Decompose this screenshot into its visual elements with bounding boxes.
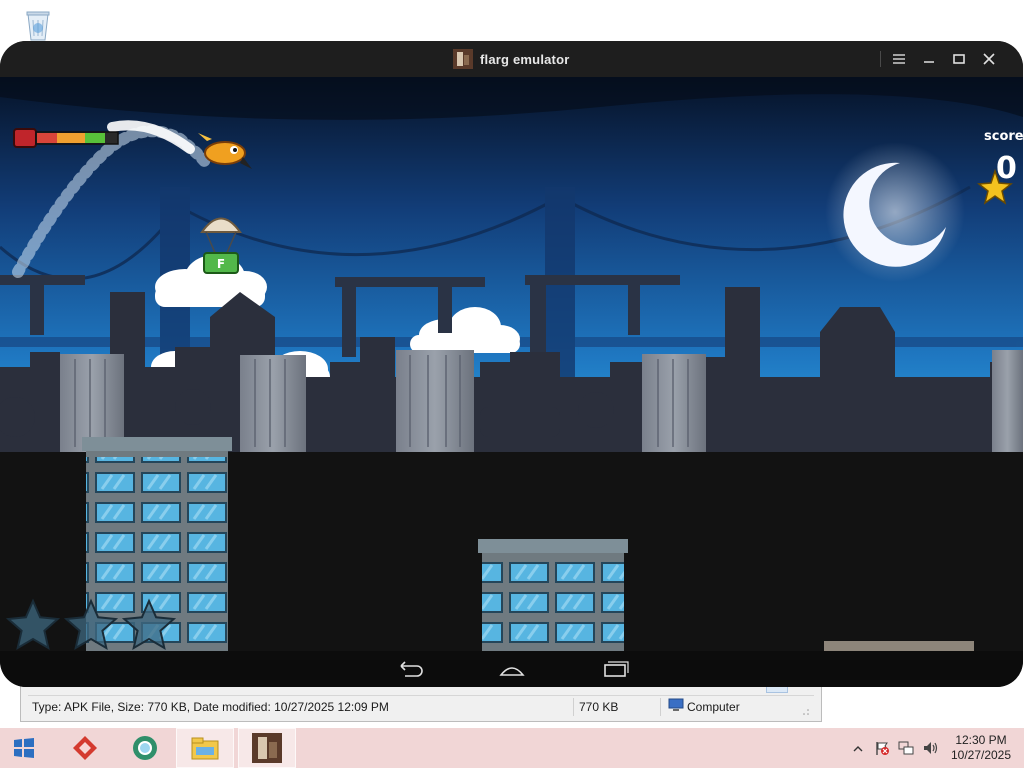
clock-date: 10/27/2025 bbox=[950, 748, 1012, 762]
minimize-icon[interactable] bbox=[917, 47, 941, 71]
status-file-size: 770 KB bbox=[579, 700, 619, 714]
windows-start-icon[interactable] bbox=[8, 728, 40, 768]
flarg-emulator-icon[interactable] bbox=[238, 728, 296, 768]
home-icon[interactable] bbox=[497, 659, 527, 679]
maximize-icon[interactable] bbox=[947, 47, 971, 71]
show-hidden-icons-chevron[interactable] bbox=[852, 742, 868, 758]
close-icon[interactable] bbox=[977, 47, 1001, 71]
back-icon[interactable] bbox=[395, 659, 425, 679]
score-value: 0 bbox=[996, 151, 1017, 186]
taskbar: 12:30 PM 10/27/2025 bbox=[0, 728, 1024, 768]
network-icon[interactable] bbox=[898, 740, 914, 756]
explorer-status-bar: Type: APK File, Size: 770 KB, Date modif… bbox=[28, 695, 814, 717]
recycle-bin-icon[interactable] bbox=[20, 6, 56, 42]
crate-label: F bbox=[217, 257, 225, 271]
recents-icon[interactable] bbox=[601, 659, 631, 679]
action-center-flag-icon[interactable] bbox=[874, 740, 890, 756]
file-explorer-icon[interactable] bbox=[176, 728, 234, 768]
app-icon bbox=[453, 49, 473, 69]
status-file-details: Type: APK File, Size: 770 KB, Date modif… bbox=[32, 700, 389, 714]
volume-icon[interactable] bbox=[922, 740, 938, 756]
emulator-window: flarg emulator F score 0 bbox=[0, 41, 1023, 687]
health-bar bbox=[13, 128, 119, 148]
android-nav-bar bbox=[0, 651, 1023, 687]
resize-grip-icon[interactable] bbox=[802, 705, 810, 715]
status-location: Computer bbox=[687, 700, 740, 714]
clock-time: 12:30 PM bbox=[955, 733, 1007, 747]
health-bar-fill bbox=[37, 133, 57, 143]
taskbar-clock[interactable]: 12:30 PM 10/27/2025 bbox=[946, 733, 1016, 763]
health-bar-fill bbox=[57, 133, 85, 143]
computer-icon bbox=[668, 698, 684, 712]
menu-icon[interactable] bbox=[887, 47, 911, 71]
score-label: score bbox=[984, 129, 1023, 144]
red-app-icon[interactable] bbox=[58, 728, 112, 768]
health-bar-fill bbox=[85, 133, 105, 143]
window-title: flarg emulator bbox=[480, 51, 570, 67]
game-viewport[interactable]: F score 0 bbox=[0, 77, 1023, 651]
browser-icon[interactable] bbox=[118, 728, 172, 768]
foreground-building bbox=[478, 539, 628, 651]
emulator-titlebar[interactable]: flarg emulator bbox=[0, 41, 1023, 77]
